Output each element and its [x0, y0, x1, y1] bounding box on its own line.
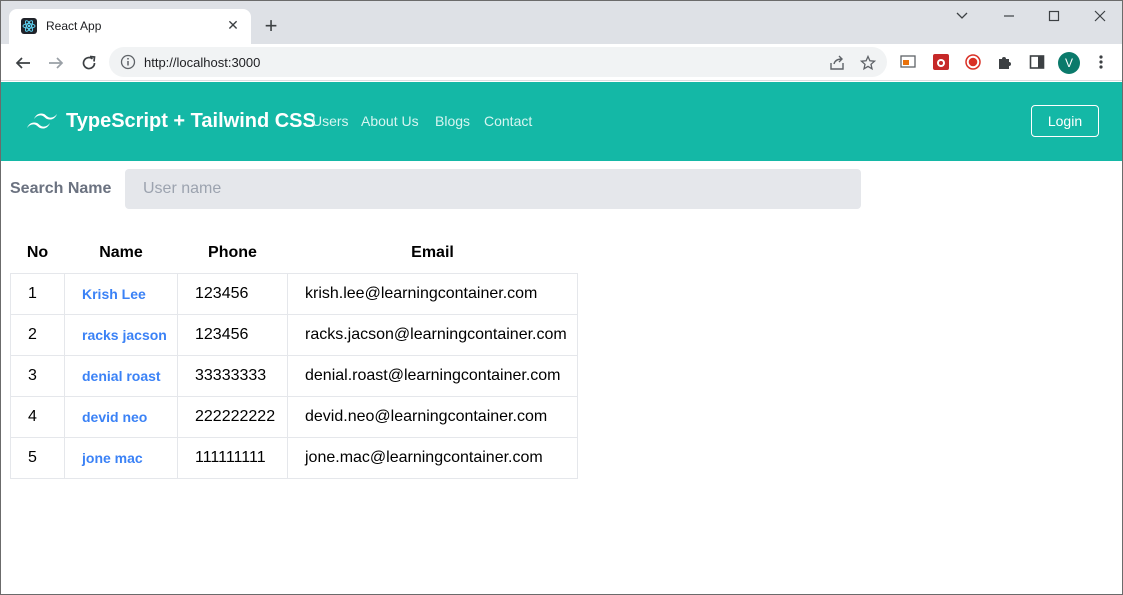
nav-link-about-us[interactable]: About Us — [361, 113, 419, 129]
login-button[interactable]: Login — [1031, 105, 1099, 137]
column-header-name: Name — [99, 243, 143, 261]
back-arrow-icon[interactable] — [11, 51, 35, 75]
nav-link-contact[interactable]: Contact — [484, 113, 532, 129]
forward-arrow-icon[interactable] — [44, 51, 68, 75]
extension-record-icon[interactable] — [964, 53, 982, 71]
table-row: 5 jone mac 111111111 jone.mac@learningco… — [10, 436, 578, 479]
search-name-input[interactable] — [125, 169, 861, 209]
cell-phone: 111111111 — [177, 436, 288, 479]
table-header-row: No Name Phone Email — [11, 233, 578, 273]
url-text: http://localhost:3000 — [144, 55, 261, 70]
table-row: 2 racks jacson 123456 racks.jacson@learn… — [10, 313, 578, 356]
profile-avatar[interactable]: V — [1058, 52, 1080, 74]
maximize-icon[interactable] — [1043, 5, 1065, 27]
extensions-puzzle-icon[interactable] — [996, 53, 1014, 71]
new-tab-button[interactable]: + — [261, 15, 281, 37]
column-header-email: Email — [411, 243, 454, 261]
column-header-no: No — [26, 243, 49, 261]
tab-search-chevron-icon[interactable] — [951, 5, 973, 27]
browser-tab[interactable]: React App ✕ — [9, 9, 251, 44]
bookmark-star-icon[interactable] — [859, 54, 877, 72]
tailwind-logo-icon[interactable] — [25, 111, 59, 133]
tab-title: React App — [46, 19, 102, 33]
reload-icon[interactable] — [77, 51, 101, 75]
users-table: No Name Phone Email 1 Krish Lee 123456 k… — [10, 233, 578, 479]
share-icon[interactable] — [828, 54, 846, 72]
table-row: 4 devid neo 222222222 devid.neo@learning… — [10, 395, 578, 438]
extension-cast-icon[interactable] — [899, 53, 917, 71]
cell-no: 5 — [10, 436, 65, 479]
search-name-label: Search Name — [10, 180, 112, 197]
site-info-icon[interactable] — [120, 54, 136, 70]
cell-email: devid.neo@learningcontainer.com — [287, 395, 578, 438]
side-panel-icon[interactable] — [1028, 53, 1046, 71]
user-name-link[interactable]: jone mac — [64, 436, 178, 479]
user-name-link[interactable]: denial roast — [64, 354, 178, 397]
cell-no: 1 — [10, 272, 65, 315]
react-favicon-icon — [21, 18, 37, 34]
brand-title[interactable]: TypeScript + Tailwind CSS — [66, 110, 316, 133]
column-header-phone: Phone — [208, 243, 257, 261]
cell-email: denial.roast@learningcontainer.com — [287, 354, 578, 397]
user-name-link[interactable]: racks jacson — [64, 313, 178, 356]
cell-phone: 123456 — [177, 272, 288, 315]
cell-email: jone.mac@learningcontainer.com — [287, 436, 578, 479]
close-window-icon[interactable] — [1089, 5, 1111, 27]
browser-toolbar: http://localhost:3000 V — [1, 44, 1122, 81]
browser-menu-icon[interactable] — [1092, 53, 1110, 71]
address-bar[interactable]: http://localhost:3000 — [109, 47, 887, 77]
user-name-link[interactable]: devid neo — [64, 395, 178, 438]
user-name-link[interactable]: Krish Lee — [64, 272, 178, 315]
minimize-icon[interactable] — [998, 5, 1020, 27]
cell-phone: 123456 — [177, 313, 288, 356]
extension-bug-icon[interactable] — [932, 53, 950, 71]
cell-no: 4 — [10, 395, 65, 438]
table-row: 3 denial roast 33333333 denial.roast@lea… — [10, 354, 578, 397]
table-row: 1 Krish Lee 123456 krish.lee@learningcon… — [10, 272, 578, 315]
cell-no: 2 — [10, 313, 65, 356]
app-navbar: TypeScript + Tailwind CSS Users About Us… — [1, 82, 1122, 161]
cell-email: racks.jacson@learningcontainer.com — [287, 313, 578, 356]
nav-link-users[interactable]: Users — [312, 113, 349, 129]
cell-email: krish.lee@learningcontainer.com — [287, 272, 578, 315]
nav-link-blogs[interactable]: Blogs — [435, 113, 470, 129]
cell-no: 3 — [10, 354, 65, 397]
browser-tab-bar: React App ✕ + — [1, 1, 1122, 44]
cell-phone: 33333333 — [177, 354, 288, 397]
cell-phone: 222222222 — [177, 395, 288, 438]
tab-close-icon[interactable]: ✕ — [225, 17, 241, 33]
